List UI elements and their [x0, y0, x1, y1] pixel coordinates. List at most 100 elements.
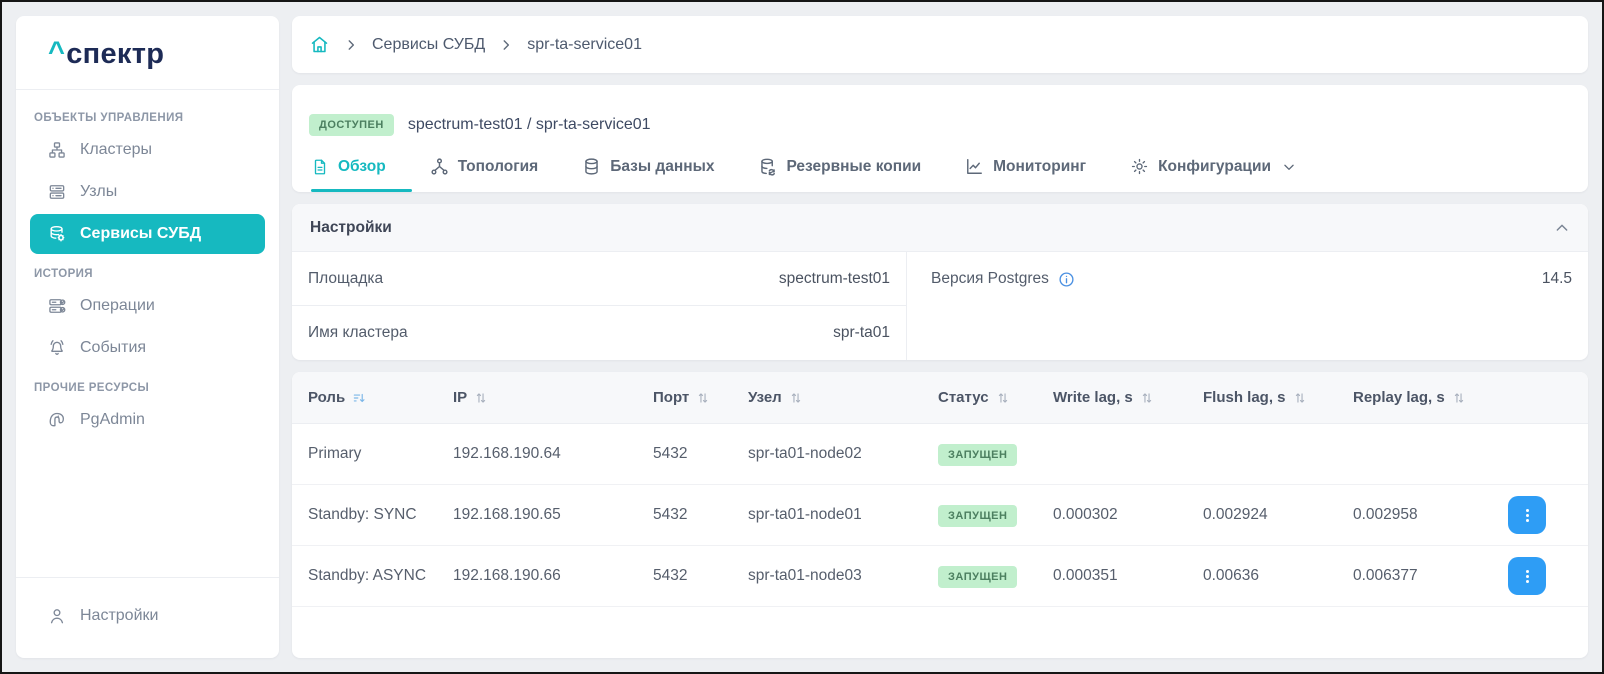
cell-role: Standby: SYNC [308, 506, 453, 524]
main-content: Сервисы СУБД spr-ta-service01 ДОСТУПЕН s… [292, 16, 1588, 658]
bell-icon [47, 338, 67, 358]
sidebar-item-label: Настройки [80, 607, 158, 625]
sidebar-item-events[interactable]: События [30, 328, 265, 368]
tab-backups[interactable]: Резервные копии [758, 157, 921, 192]
field-value: 14.5 [1542, 270, 1572, 288]
tab-configurations[interactable]: Конфигурации [1130, 157, 1296, 192]
status-badge: ЗАПУЩЕН [938, 505, 1017, 527]
sort-both-icon [1293, 391, 1307, 405]
sort-both-icon [1140, 391, 1154, 405]
replicas-table: Роль IP Порт Узел [292, 372, 1588, 658]
settings-left-column: Площадка spectrum-test01 Имя кластера sp… [292, 252, 907, 360]
tab-label: Резервные копии [786, 158, 921, 176]
status-badge: ЗАПУЩЕН [938, 444, 1017, 466]
cluster-icon [47, 140, 67, 160]
field-label-text: Версия Postgres [931, 270, 1049, 288]
sidebar-item-pgadmin[interactable]: PgAdmin [30, 400, 265, 440]
cell-port: 5432 [653, 445, 748, 463]
gear-icon [1130, 157, 1149, 176]
cell-port: 5432 [653, 506, 748, 524]
topology-icon [430, 157, 449, 176]
tab-label: Конфигурации [1158, 158, 1271, 176]
cell-role: Primary [308, 445, 453, 463]
status-badge: ДОСТУПЕН [309, 114, 394, 136]
column-header-status[interactable]: Статус [938, 389, 1053, 406]
operations-icon [47, 296, 67, 316]
column-header-node[interactable]: Узел [748, 389, 938, 406]
table-row-primary: Primary 192.168.190.64 5432 spr-ta01-nod… [292, 424, 1588, 485]
cell-status: ЗАПУЩЕН [938, 567, 1053, 585]
sort-both-icon [696, 391, 710, 405]
sidebar-item-label: События [80, 339, 146, 357]
app-logo: ^спектр [16, 16, 279, 90]
sidebar-item-label: PgAdmin [80, 411, 145, 429]
service-status-row: ДОСТУПЕН spectrum-test01 / spr-ta-servic… [309, 109, 1571, 141]
cell-node: spr-ta01-node01 [748, 506, 938, 524]
table-row-standby-async: Standby: ASYNC 192.168.190.66 5432 spr-t… [292, 546, 1588, 607]
sidebar: ^спектр ОБЪЕКТЫ УПРАВЛЕНИЯ Кластеры Узлы [16, 16, 279, 658]
info-icon[interactable] [1058, 271, 1075, 288]
cell-replay-lag: 0.002958 [1353, 506, 1503, 524]
settings-panel: Настройки Площадка spectrum-test01 Имя к… [292, 204, 1588, 360]
tab-bar: Обзор Топология Базы данных [309, 157, 1571, 192]
column-label: Replay lag, s [1353, 389, 1445, 406]
table-row-standby-sync: Standby: SYNC 192.168.190.65 5432 spr-ta… [292, 485, 1588, 546]
field-postgres-version: Версия Postgres 14.5 [907, 252, 1588, 306]
logo-caret: ^ [48, 36, 65, 68]
chevron-down-icon [1282, 160, 1296, 174]
cell-status: ЗАПУЩЕН [938, 506, 1053, 524]
column-header-ip[interactable]: IP [453, 389, 653, 406]
column-label: Write lag, s [1053, 389, 1133, 406]
cell-replay-lag: 0.006377 [1353, 567, 1503, 585]
logo-text: спектр [66, 38, 164, 70]
breadcrumb-item-service[interactable]: spr-ta-service01 [527, 36, 642, 54]
tab-databases[interactable]: Базы данных [582, 157, 714, 192]
sort-asc-icon [352, 391, 366, 405]
field-site: Площадка spectrum-test01 [292, 252, 906, 306]
sidebar-item-label: Сервисы СУБД [80, 225, 201, 243]
column-header-write-lag[interactable]: Write lag, s [1053, 389, 1203, 406]
sort-both-icon [1452, 391, 1466, 405]
dbms-service-icon [47, 224, 67, 244]
status-badge: ЗАПУЩЕН [938, 566, 1017, 588]
table-header-row: Роль IP Порт Узел [292, 372, 1588, 424]
cell-actions [1503, 496, 1572, 534]
cell-ip: 192.168.190.66 [453, 567, 653, 585]
column-label: Роль [308, 389, 345, 406]
sidebar-item-operations[interactable]: Операции [30, 286, 265, 326]
settings-panel-body: Площадка spectrum-test01 Имя кластера sp… [292, 252, 1588, 360]
breadcrumb-item-dbms-services[interactable]: Сервисы СУБД [372, 36, 485, 54]
kebab-menu-button[interactable] [1508, 496, 1546, 534]
cell-flush-lag: 0.00636 [1203, 567, 1353, 585]
cell-port: 5432 [653, 567, 748, 585]
column-header-role[interactable]: Роль [308, 389, 453, 406]
sidebar-footer: Настройки [16, 577, 279, 658]
sidebar-item-settings[interactable]: Настройки [30, 596, 265, 636]
user-icon [47, 606, 67, 626]
home-icon[interactable] [309, 34, 330, 55]
chevron-right-icon [499, 38, 513, 52]
column-label: Порт [653, 389, 689, 406]
kebab-menu-button[interactable] [1508, 557, 1546, 595]
cell-actions [1503, 557, 1572, 595]
sort-both-icon [474, 391, 488, 405]
tab-overview[interactable]: Обзор [311, 157, 386, 192]
column-label: Flush lag, s [1203, 389, 1286, 406]
sidebar-item-nodes[interactable]: Узлы [30, 172, 265, 212]
sidebar-item-clusters[interactable]: Кластеры [30, 130, 265, 170]
column-header-port[interactable]: Порт [653, 389, 748, 406]
chevron-up-icon[interactable] [1554, 220, 1570, 236]
column-header-replay-lag[interactable]: Replay lag, s [1353, 389, 1503, 406]
sidebar-section-management: ОБЪЕКТЫ УПРАВЛЕНИЯ [34, 112, 261, 124]
database-icon [582, 157, 601, 176]
column-header-flush-lag[interactable]: Flush lag, s [1203, 389, 1353, 406]
tab-monitoring[interactable]: Мониторинг [965, 157, 1086, 192]
kebab-icon [1519, 568, 1536, 585]
sidebar-item-dbms-services[interactable]: Сервисы СУБД [30, 214, 265, 254]
tab-topology[interactable]: Топология [430, 157, 539, 192]
monitoring-icon [965, 157, 984, 176]
tab-label: Базы данных [610, 158, 714, 176]
service-header: ДОСТУПЕН spectrum-test01 / spr-ta-servic… [292, 85, 1588, 192]
settings-panel-header[interactable]: Настройки [292, 204, 1588, 252]
column-label: IP [453, 389, 467, 406]
